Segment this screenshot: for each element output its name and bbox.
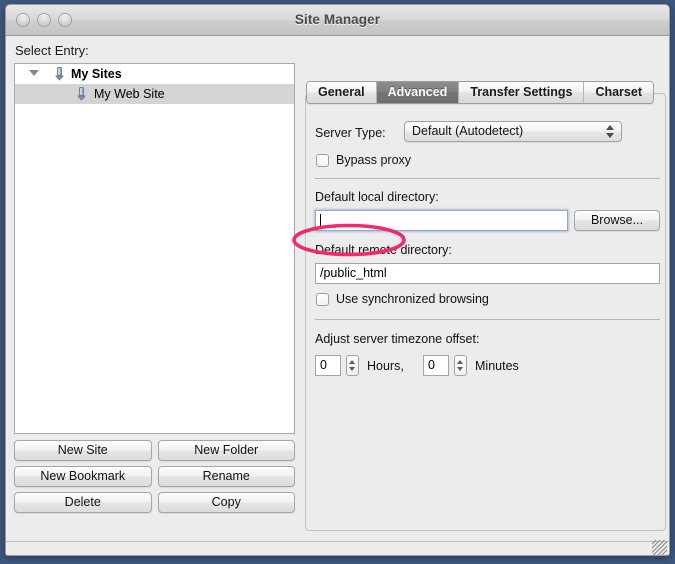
- timezone-minutes-stepper[interactable]: [454, 355, 467, 376]
- default-remote-directory-label: Default remote directory:: [315, 243, 452, 257]
- text-caret: [320, 214, 321, 227]
- site-tree[interactable]: My Sites My Web Site: [14, 63, 295, 434]
- button-row: New Site New Folder: [14, 440, 295, 461]
- advanced-tab-content: Server Type: Default (Autodetect) Bypass…: [306, 93, 667, 531]
- server-icon: [75, 87, 88, 101]
- tree-row-my-web-site[interactable]: My Web Site: [15, 84, 294, 104]
- window-titlebar: Site Manager: [6, 5, 669, 36]
- rename-button[interactable]: Rename: [157, 466, 295, 487]
- timezone-hours-value: 0: [320, 358, 327, 372]
- checkbox-box-icon: [316, 293, 329, 306]
- site-tree-actions: New Site New Folder New Bookmark Rename …: [14, 440, 295, 518]
- section-divider: [315, 178, 660, 179]
- new-site-button[interactable]: New Site: [14, 440, 152, 461]
- timezone-hours-input[interactable]: 0: [315, 355, 341, 376]
- timezone-offset-label: Adjust server timezone offset:: [315, 332, 480, 346]
- copy-button[interactable]: Copy: [157, 492, 295, 513]
- timezone-minutes-value: 0: [428, 358, 435, 372]
- hours-unit-label: Hours,: [367, 359, 404, 373]
- site-manager-window: Site Manager Select Entry: My Sites My W…: [5, 4, 670, 556]
- disclosure-triangle-icon[interactable]: [29, 70, 39, 76]
- timezone-hours-stepper[interactable]: [346, 355, 359, 376]
- tree-label-my-sites: My Sites: [71, 67, 122, 81]
- default-remote-directory-value: /public_html: [320, 266, 387, 280]
- new-folder-button[interactable]: New Folder: [157, 440, 295, 461]
- chevron-updown-icon: [606, 125, 615, 138]
- window-content: Select Entry: My Sites My Web Site New S…: [6, 36, 669, 555]
- footer-bar: Connect OK Cancel: [6, 541, 669, 555]
- server-icon: [53, 67, 66, 81]
- select-entry-label: Select Entry:: [15, 43, 89, 58]
- browse-button[interactable]: Browse...: [574, 210, 660, 231]
- button-row: New Bookmark Rename: [14, 466, 295, 487]
- default-local-directory-input[interactable]: [315, 210, 568, 231]
- server-type-dropdown[interactable]: Default (Autodetect): [404, 121, 622, 142]
- default-local-directory-label: Default local directory:: [315, 190, 439, 204]
- delete-button[interactable]: Delete: [14, 492, 152, 513]
- default-remote-directory-input[interactable]: /public_html: [315, 263, 660, 284]
- window-title: Site Manager: [294, 12, 381, 27]
- checkbox-box-icon: [316, 154, 329, 167]
- tree-label-my-web-site: My Web Site: [94, 87, 165, 101]
- minutes-unit-label: Minutes: [475, 359, 519, 373]
- server-type-value: Default (Autodetect): [412, 124, 524, 138]
- new-bookmark-button[interactable]: New Bookmark: [14, 466, 152, 487]
- server-type-label: Server Type:: [315, 126, 386, 140]
- use-synchronized-browsing-label: Use synchronized browsing: [336, 292, 489, 306]
- bypass-proxy-label: Bypass proxy: [336, 153, 412, 167]
- section-divider: [315, 319, 660, 320]
- button-row: Delete Copy: [14, 492, 295, 513]
- resize-grip[interactable]: [652, 540, 667, 555]
- timezone-minutes-input[interactable]: 0: [423, 355, 449, 376]
- tree-row-my-sites[interactable]: My Sites: [15, 64, 294, 84]
